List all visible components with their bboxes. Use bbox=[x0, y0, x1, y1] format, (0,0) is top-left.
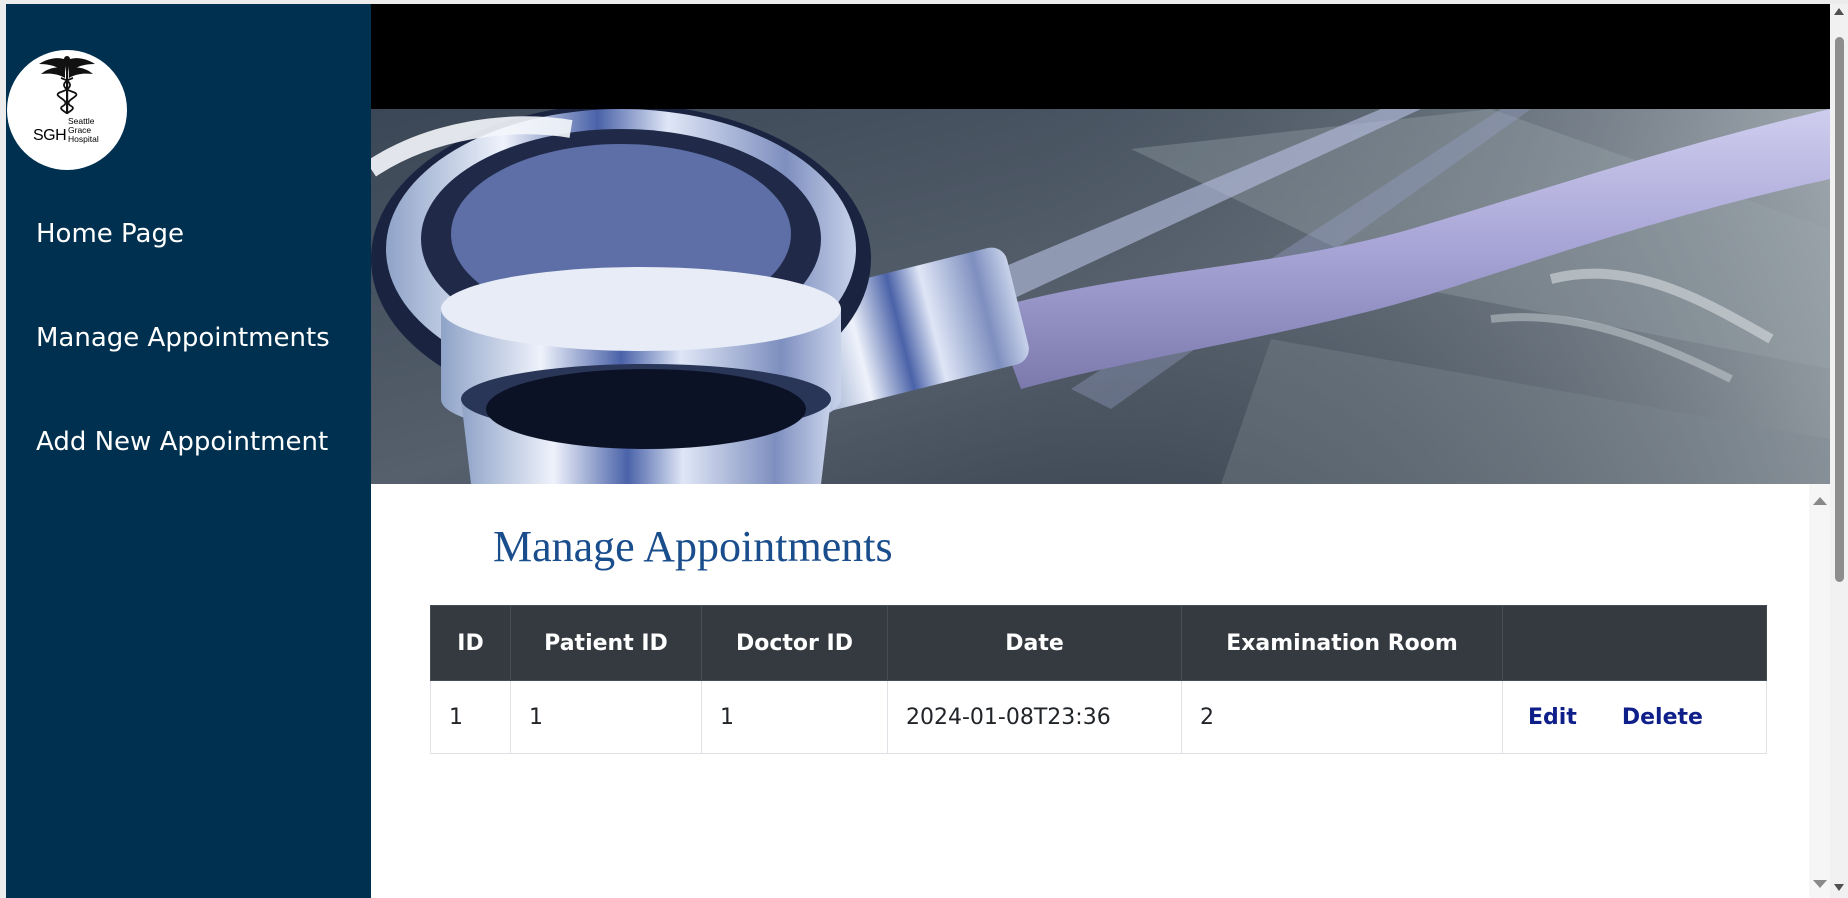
main-content: Manage Appointments ID Patient ID Doctor… bbox=[371, 484, 1809, 898]
top-header-bar bbox=[371, 4, 1830, 109]
cell-examination-room: 2 bbox=[1181, 680, 1503, 754]
stethoscope-image bbox=[371, 109, 1830, 484]
sidebar-item-add-appointment[interactable]: Add New Appointment bbox=[6, 417, 371, 521]
column-header-examination-room: Examination Room bbox=[1181, 605, 1503, 681]
sidebar-item-manage-appointments[interactable]: Manage Appointments bbox=[6, 313, 371, 417]
caduceus-icon bbox=[39, 56, 95, 115]
page-title: Manage Appointments bbox=[493, 522, 893, 571]
sidebar-item-home[interactable]: Home Page bbox=[6, 209, 371, 313]
logo-line-3: Hospital bbox=[68, 134, 99, 144]
content-scrollbar[interactable] bbox=[1809, 484, 1830, 898]
table-header: ID Patient ID Doctor ID Date Examination… bbox=[430, 605, 1767, 681]
cell-actions: Edit Delete bbox=[1502, 680, 1767, 754]
cell-date: 2024-01-08T23:36 bbox=[887, 680, 1182, 754]
appointments-table: ID Patient ID Doctor ID Date Examination… bbox=[430, 605, 1767, 754]
column-header-doctor-id: Doctor ID bbox=[701, 605, 888, 681]
column-header-patient-id: Patient ID bbox=[510, 605, 702, 681]
scroll-down-arrow-icon[interactable] bbox=[1813, 880, 1827, 888]
cell-id: 1 bbox=[430, 680, 511, 754]
sidebar: SGH Seattle Grace Hospital Home Page Man… bbox=[6, 4, 371, 898]
window-scroll-thumb[interactable] bbox=[1835, 37, 1844, 582]
column-header-actions bbox=[1502, 605, 1767, 681]
table-header-row: ID Patient ID Doctor ID Date Examination… bbox=[430, 605, 1767, 681]
hospital-logo[interactable]: SGH Seattle Grace Hospital bbox=[7, 50, 127, 170]
window-scroll-down-icon[interactable] bbox=[1834, 884, 1844, 891]
column-header-date: Date bbox=[887, 605, 1182, 681]
delete-link[interactable]: Delete bbox=[1622, 705, 1703, 730]
edit-link[interactable]: Edit bbox=[1528, 705, 1577, 730]
logo-hospital-name: Seattle Grace Hospital bbox=[68, 117, 99, 144]
hero-banner-image bbox=[371, 109, 1830, 484]
window-scrollbar[interactable] bbox=[1830, 4, 1848, 898]
sidebar-nav: Home Page Manage Appointments Add New Ap… bbox=[6, 209, 371, 521]
cell-patient-id: 1 bbox=[510, 680, 702, 754]
app-window: SGH Seattle Grace Hospital Home Page Man… bbox=[0, 0, 1848, 898]
cell-doctor-id: 1 bbox=[701, 680, 888, 754]
scroll-up-arrow-icon[interactable] bbox=[1813, 497, 1827, 505]
window-scroll-up-icon[interactable] bbox=[1834, 8, 1844, 15]
table-body: 1 1 1 2024-01-08T23:36 2 Edit Delete bbox=[430, 680, 1767, 754]
logo-abbreviation: SGH bbox=[33, 127, 67, 144]
table-row: 1 1 1 2024-01-08T23:36 2 Edit Delete bbox=[430, 680, 1767, 754]
column-header-id: ID bbox=[430, 605, 511, 681]
